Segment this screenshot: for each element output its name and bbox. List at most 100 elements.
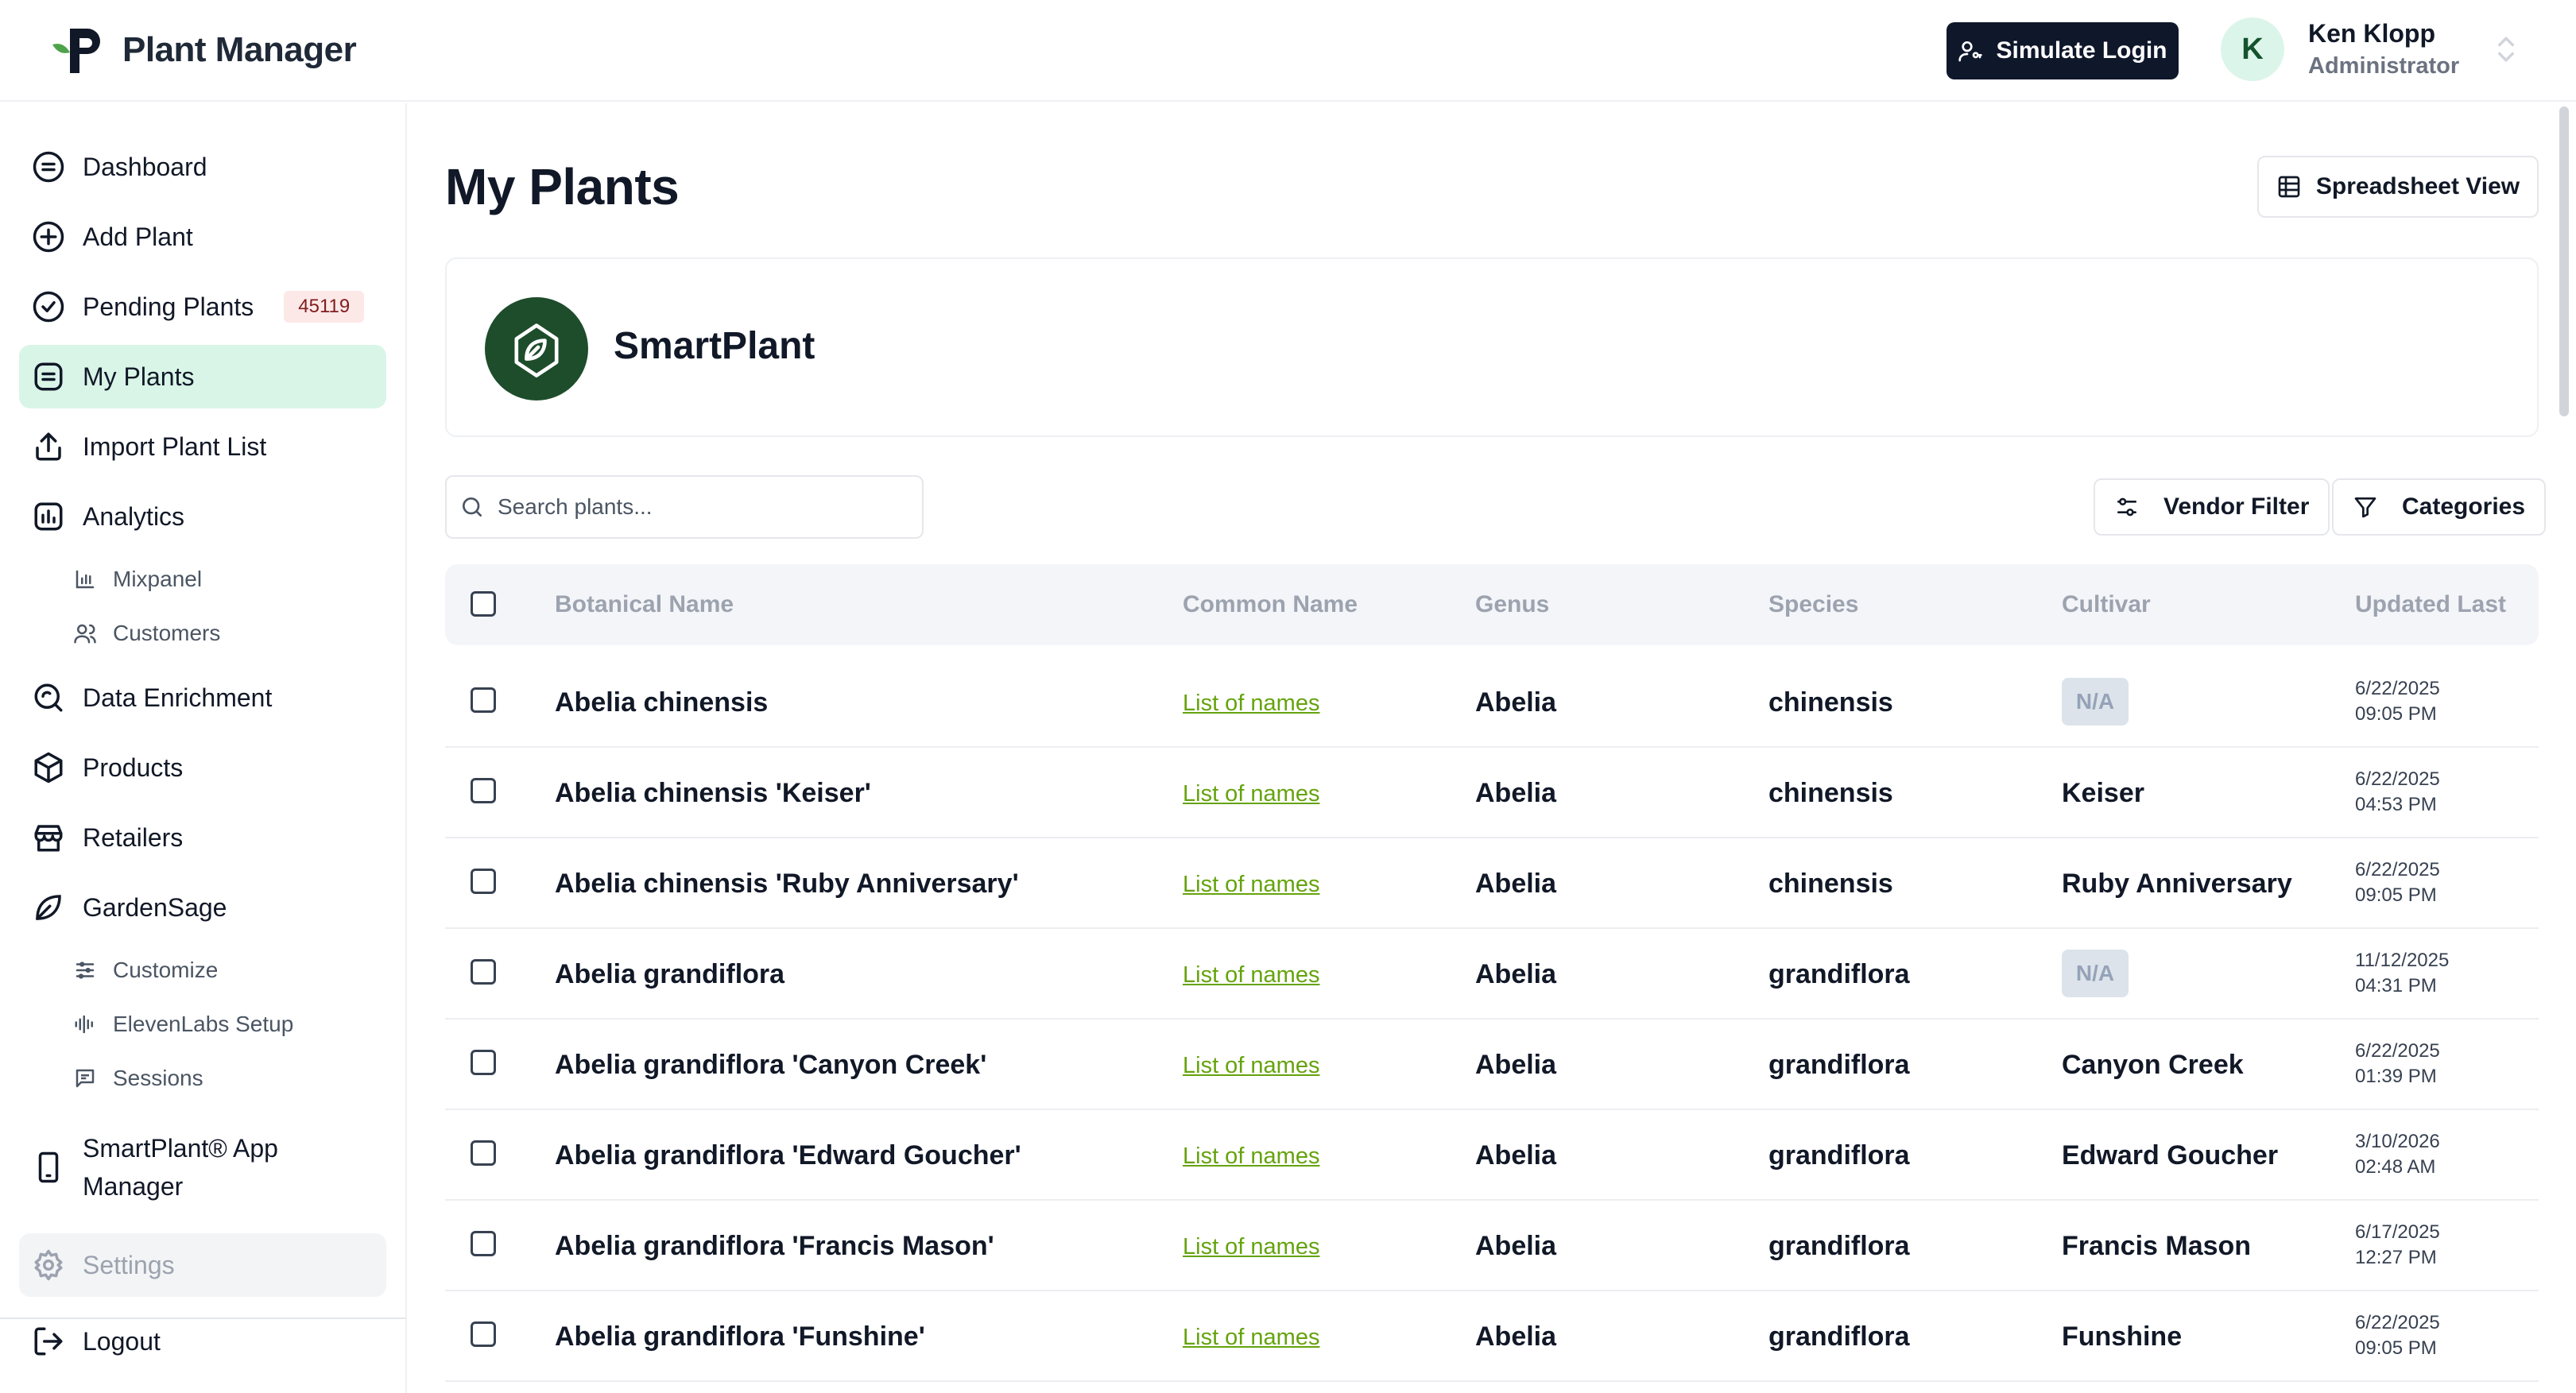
- sidebar-subitem-sessions[interactable]: Sessions: [73, 1058, 203, 1098]
- sidebar-item-smartplant-app-manager[interactable]: SmartPlant® App Manager: [19, 1124, 386, 1211]
- chevron-up-down-icon[interactable]: [2493, 32, 2520, 67]
- select-all-checkbox[interactable]: [471, 591, 496, 617]
- table-row[interactable]: Abelia grandiflora 'Funshine' List of nam…: [445, 1291, 2539, 1382]
- sidebar-subitem-customers[interactable]: Customers: [73, 613, 220, 653]
- botanical-name-cell[interactable]: Abelia grandiflora 'Funshine': [555, 1321, 925, 1352]
- species-cell: chinensis: [1768, 687, 1893, 718]
- common-names-link[interactable]: List of names: [1183, 1143, 1319, 1170]
- sidebar-subitem-mixpanel[interactable]: Mixpanel: [73, 559, 202, 599]
- column-header-common-name[interactable]: Common Name: [1183, 591, 1358, 618]
- cultivar-na-badge: N/A: [2062, 950, 2129, 997]
- categories-button[interactable]: Categories: [2332, 478, 2547, 536]
- sidebar-item-gardensage[interactable]: GardenSage: [19, 876, 386, 939]
- table-row[interactable]: Abelia chinensis 'Keiser' List of names Ab…: [445, 748, 2539, 838]
- scrollbar[interactable]: [2559, 106, 2569, 416]
- plant-manager-logo-icon: [52, 29, 100, 73]
- sidebar-item-add-plant[interactable]: Add Plant: [19, 205, 386, 269]
- botanical-name-cell[interactable]: Abelia grandiflora 'Edward Goucher': [555, 1140, 1021, 1171]
- updated-date: 6/22/2025: [2355, 1312, 2440, 1333]
- genus-cell: Abelia: [1475, 1140, 1557, 1171]
- search-box[interactable]: [445, 475, 924, 539]
- sliders-horizontal-icon: [2117, 497, 2136, 517]
- simulate-login-button[interactable]: Simulate Login: [1947, 22, 2179, 79]
- table-row[interactable]: Abelia grandiflora List of names Abelia gra…: [445, 929, 2539, 1020]
- column-header-genus[interactable]: Genus: [1475, 591, 1549, 618]
- species-cell: chinensis: [1768, 778, 1893, 808]
- sidebar-subitem-elevenlabs-setup[interactable]: ElevenLabs Setup: [73, 1004, 293, 1044]
- species-cell: grandiflora: [1768, 1321, 1910, 1352]
- column-header-cultivar[interactable]: Cultivar: [2062, 591, 2151, 618]
- sidebar-item-label: Dashboard: [83, 152, 207, 181]
- updated-time: 09:05 PM: [2355, 703, 2437, 725]
- sidebar-item-analytics[interactable]: Analytics: [19, 485, 386, 548]
- botanical-name-cell[interactable]: Abelia chinensis 'Keiser': [555, 778, 871, 809]
- common-names-link[interactable]: List of names: [1183, 1234, 1319, 1260]
- botanical-name-cell[interactable]: Abelia grandiflora: [555, 959, 784, 990]
- botanical-name-cell[interactable]: Abelia chinensis 'Ruby Anniversary': [555, 869, 1019, 900]
- common-names-link[interactable]: List of names: [1183, 691, 1319, 717]
- sidebar-item-retailers[interactable]: Retailers: [19, 806, 386, 869]
- categories-label: Categories: [2402, 493, 2526, 520]
- row-checkbox[interactable]: [471, 1050, 496, 1075]
- sidebar-item-pending-plants[interactable]: Pending Plants 45119: [19, 275, 386, 339]
- row-checkbox[interactable]: [471, 778, 496, 803]
- message-icon: [76, 1069, 95, 1088]
- sidebar-item-label: GardenSage: [83, 892, 227, 922]
- common-names-link[interactable]: List of names: [1183, 1053, 1319, 1079]
- sidebar-item-logout[interactable]: Logout: [19, 1310, 386, 1373]
- table-row[interactable]: Abelia grandiflora 'Edward Goucher' List …: [445, 1110, 2539, 1201]
- column-header-species[interactable]: Species: [1768, 591, 1858, 618]
- column-header-botanical-name[interactable]: Botanical Name: [555, 591, 734, 618]
- common-names-link[interactable]: List of names: [1183, 1325, 1319, 1351]
- genus-cell: Abelia: [1475, 1050, 1557, 1080]
- table-row[interactable]: Abelia chinensis List of names Abelia chine…: [445, 657, 2539, 748]
- sidebar-item-label: Add Plant: [83, 222, 193, 251]
- updated-time: 04:31 PM: [2355, 975, 2437, 996]
- store-icon: [34, 825, 63, 852]
- sidebar-item-products[interactable]: Products: [19, 736, 386, 799]
- vendor-filter-button[interactable]: Vendor Filter: [2094, 478, 2330, 536]
- row-checkbox[interactable]: [471, 959, 496, 985]
- species-cell: grandiflora: [1768, 1231, 1910, 1261]
- botanical-name-cell[interactable]: Abelia chinensis: [555, 687, 768, 718]
- genus-cell: Abelia: [1475, 869, 1557, 899]
- leaf-icon: [36, 895, 61, 920]
- check-circle-icon: [33, 291, 64, 323]
- user-menu[interactable]: K Ken Klopp Administrator: [2221, 17, 2459, 81]
- sidebar-item-label: My Plants: [83, 362, 195, 391]
- sidebar-item-data-enrichment[interactable]: Data Enrichment: [19, 666, 386, 729]
- updated-time: 01:39 PM: [2355, 1066, 2437, 1087]
- table-row[interactable]: Abelia chinensis 'Ruby Anniversary' List …: [445, 838, 2539, 929]
- spreadsheet-view-button[interactable]: Spreadsheet View: [2257, 156, 2539, 218]
- sidebar-item-label: Import Plant List: [83, 431, 267, 461]
- top-bar: Plant Manager Simulate Login K Ken Klopp…: [0, 0, 2576, 102]
- table-row[interactable]: Abelia grandiflora 'Canyon Creek' List of…: [445, 1020, 2539, 1110]
- sidebar-item-dashboard[interactable]: Dashboard: [19, 135, 386, 199]
- sidebar-item-label: Pending Plants: [83, 292, 254, 321]
- row-checkbox[interactable]: [471, 687, 496, 713]
- simulate-login-label: Simulate Login: [1996, 37, 2167, 64]
- brand[interactable]: Plant Manager: [48, 24, 357, 76]
- sidebar-item-my-plants[interactable]: My Plants: [19, 345, 386, 408]
- common-names-link[interactable]: List of names: [1183, 872, 1319, 898]
- column-header-updated-last[interactable]: Updated Last: [2355, 591, 2506, 618]
- table-row[interactable]: Abelia grandiflora 'Francis Mason' List o…: [445, 1201, 2539, 1291]
- sidebar-item-import-plant-list[interactable]: Import Plant List: [19, 415, 386, 478]
- botanical-name-cell[interactable]: Abelia grandiflora 'Canyon Creek': [555, 1050, 986, 1081]
- row-checkbox[interactable]: [471, 1231, 496, 1256]
- phone-icon: [38, 1151, 59, 1183]
- search-input[interactable]: [498, 494, 911, 520]
- botanical-name-cell[interactable]: Abelia grandiflora 'Francis Mason': [555, 1231, 994, 1262]
- spreadsheet-view-label: Spreadsheet View: [2315, 173, 2520, 199]
- updated-time: 09:05 PM: [2355, 1337, 2437, 1359]
- row-checkbox[interactable]: [471, 869, 496, 894]
- cultivar-cell: Edward Goucher: [2062, 1140, 2279, 1171]
- genus-cell: Abelia: [1475, 1321, 1557, 1352]
- row-checkbox[interactable]: [471, 1321, 496, 1347]
- row-checkbox[interactable]: [471, 1140, 496, 1166]
- common-names-link[interactable]: List of names: [1183, 962, 1319, 989]
- dashboard-icon: [33, 151, 64, 183]
- sidebar-subitem-customize[interactable]: Customize: [73, 950, 218, 990]
- sidebar-item-settings[interactable]: Settings: [19, 1233, 386, 1297]
- common-names-link[interactable]: List of names: [1183, 781, 1319, 807]
